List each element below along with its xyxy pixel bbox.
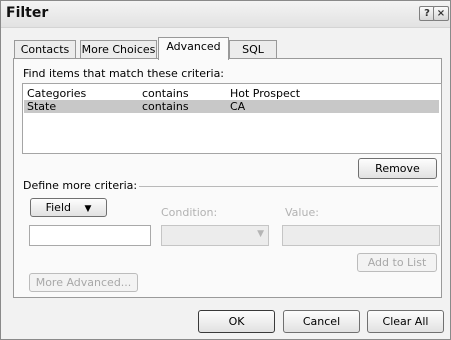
condition-select[interactable]: ▼ xyxy=(161,225,269,246)
list-item[interactable]: Categories contains Hot Prospect xyxy=(24,87,439,100)
separator xyxy=(139,186,438,187)
close-icon[interactable]: × xyxy=(433,6,449,21)
criteria-value: Hot Prospect xyxy=(230,87,301,100)
criteria-condition: contains xyxy=(142,100,189,113)
window-title: Filter xyxy=(6,5,49,21)
dropdown-arrow-icon: ▼ xyxy=(84,204,92,214)
define-heading: Define more criteria: xyxy=(23,179,138,192)
list-item-selected[interactable]: State contains CA xyxy=(24,100,439,113)
tab-label: SQL xyxy=(242,43,264,56)
add-to-list-button[interactable]: Add to List xyxy=(357,253,437,272)
filter-dialog: Filter ? × Contacts More Choices Advance… xyxy=(0,0,451,340)
criteria-heading: Find items that match these criteria: xyxy=(23,67,225,80)
tab-more-choices[interactable]: More Choices xyxy=(80,40,157,59)
chevron-down-icon: ▼ xyxy=(257,229,264,239)
tab-sql[interactable]: SQL xyxy=(229,40,277,59)
more-advanced-button[interactable]: More Advanced... xyxy=(29,273,138,292)
field-button[interactable]: Field ▼ xyxy=(30,198,107,217)
tab-label: Contacts xyxy=(20,43,70,56)
criteria-condition: contains xyxy=(142,87,189,100)
criteria-field: State xyxy=(27,100,57,113)
clear-all-button[interactable]: Clear All xyxy=(367,310,444,333)
value-label: Value: xyxy=(285,206,319,219)
field-input[interactable] xyxy=(29,225,151,246)
criteria-field: Categories xyxy=(27,87,87,100)
condition-label: Condition: xyxy=(161,206,218,219)
cancel-button[interactable]: Cancel xyxy=(283,310,360,333)
tab-contacts[interactable]: Contacts xyxy=(14,40,76,59)
tab-advanced[interactable]: Advanced xyxy=(158,37,229,60)
value-input[interactable] xyxy=(282,225,440,246)
title-bar: Filter ? × xyxy=(1,1,450,28)
tab-label: More Choices xyxy=(81,43,156,56)
criteria-value: CA xyxy=(230,100,246,113)
ok-button[interactable]: OK xyxy=(198,310,275,333)
tab-label: Advanced xyxy=(166,40,221,53)
field-button-label: Field xyxy=(45,201,71,214)
criteria-list[interactable]: Categories contains Hot Prospect State c… xyxy=(22,83,442,154)
remove-button[interactable]: Remove xyxy=(358,158,437,179)
